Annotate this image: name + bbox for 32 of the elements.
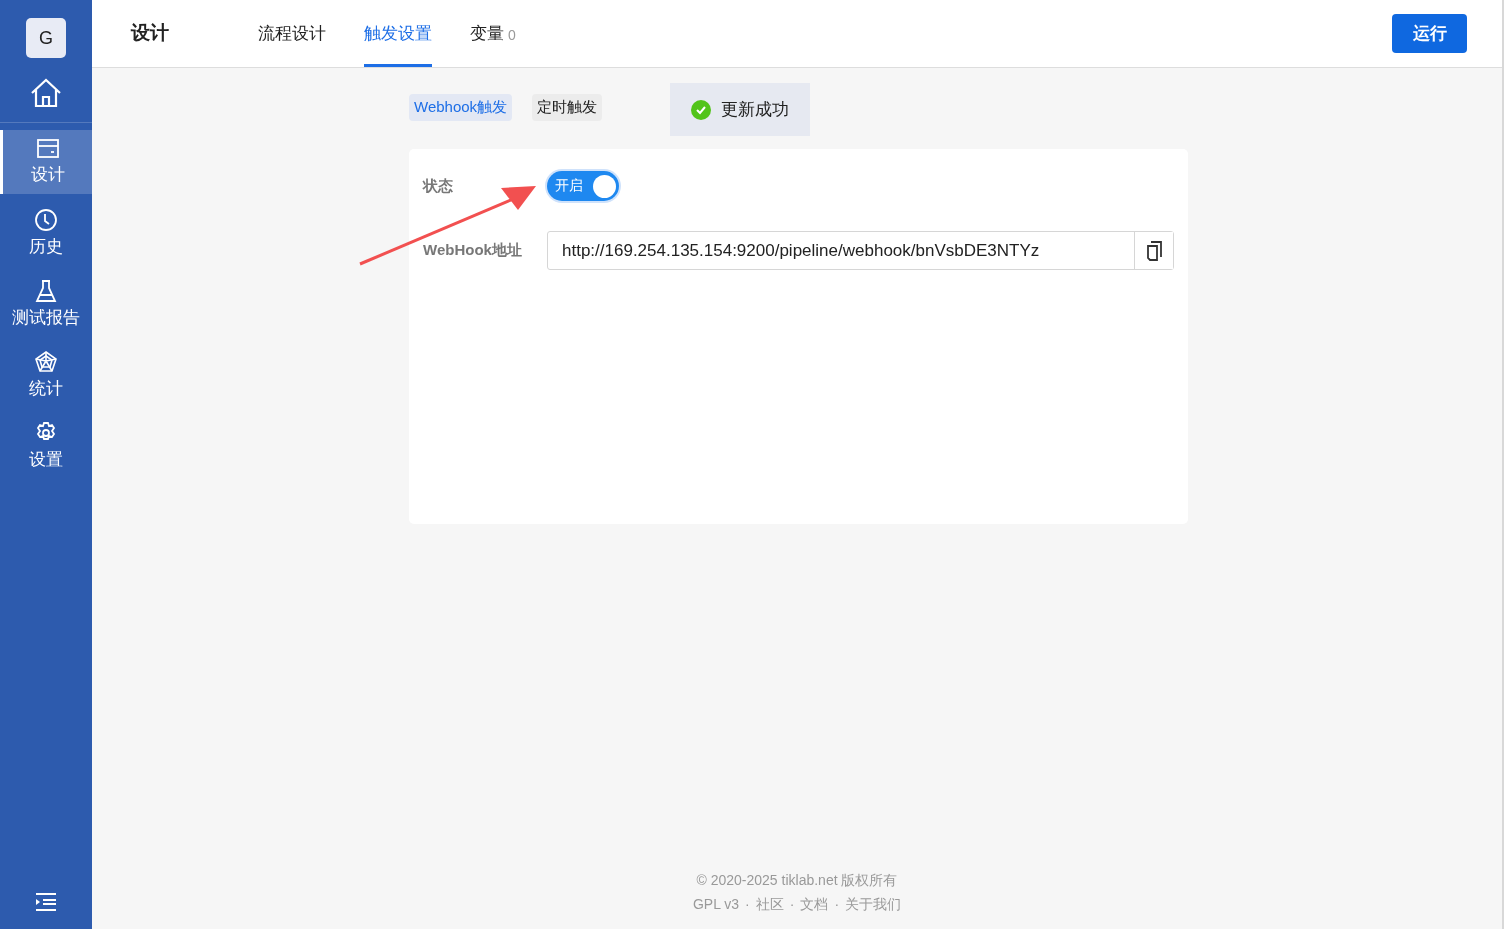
- logo[interactable]: G: [26, 18, 66, 58]
- nav-tab[interactable]: 变量 0: [470, 0, 516, 67]
- home-icon[interactable]: [30, 78, 62, 108]
- card-icon: [35, 138, 60, 160]
- url-field[interactable]: http://169.254.135.154:9200/pipeline/webhook/bnVsbDE3NTYz: [547, 231, 1174, 270]
- copy-icon: [1146, 240, 1162, 261]
- sidebar-item[interactable]: 设置: [0, 414, 92, 478]
- separator-dot: ·: [789, 895, 795, 914]
- clock-icon: [34, 208, 58, 232]
- nav-tab[interactable]: 流程设计: [258, 0, 326, 67]
- sidebar-item[interactable]: 设计: [0, 130, 92, 194]
- trigger-tab[interactable]: Webhook触发: [409, 94, 513, 121]
- separator-dot: ·: [834, 895, 840, 914]
- pentagon-icon: [34, 350, 58, 374]
- run-button[interactable]: 运行: [1392, 14, 1467, 53]
- page-title: 设计: [131, 20, 170, 45]
- status-switch[interactable]: 开启: [547, 171, 619, 201]
- copy-button[interactable]: [1134, 232, 1173, 269]
- field-label: 状态: [423, 176, 454, 196]
- flask-icon: [35, 279, 57, 303]
- separator-dot: ·: [745, 895, 750, 914]
- copyright-text: © 2020-2025 tiklab.net 版权所有: [696, 872, 898, 888]
- tab-count: 0: [508, 26, 516, 43]
- success-toast: 更新成功: [670, 83, 811, 136]
- field-label: WebHook地址: [423, 241, 523, 260]
- sidebar-item[interactable]: 统计: [0, 343, 92, 407]
- sidebar-item[interactable]: 历史: [0, 201, 92, 265]
- trigger-tab[interactable]: 定时触发: [532, 94, 603, 121]
- check-icon: [691, 99, 712, 120]
- sidebar-item[interactable]: 测试报告: [0, 272, 92, 336]
- nav-tab[interactable]: 触发设置: [364, 0, 432, 67]
- expand-menu-icon[interactable]: [35, 893, 57, 911]
